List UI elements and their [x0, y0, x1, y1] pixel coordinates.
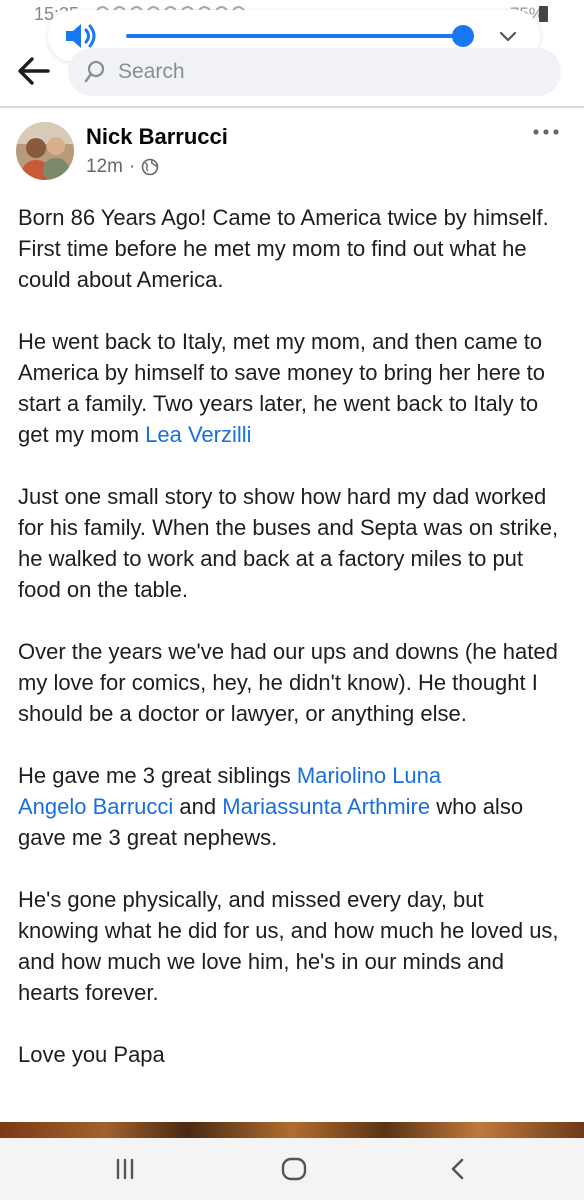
paragraph-text: and [173, 794, 223, 819]
post-paragraph: Love you Papa [18, 1042, 165, 1067]
navigation-bar [0, 1138, 584, 1200]
chevron-down-icon[interactable] [498, 27, 518, 45]
post-time[interactable]: 12m [86, 156, 123, 178]
post-meta: 12m · [86, 156, 159, 178]
mention-link[interactable]: Mariassunta Arthmire [222, 794, 430, 819]
post-body: Born 86 Years Ago! Came to America twice… [18, 202, 570, 1101]
post-photo[interactable] [0, 1122, 584, 1138]
post-author[interactable]: Nick Barrucci [86, 124, 228, 150]
post-paragraph: Over the years we've had our ups and dow… [18, 639, 558, 726]
post-paragraph: He gave me 3 great siblings Mariolino Lu… [18, 760, 570, 853]
paragraph-text: He went back to Italy, met my mom, and t… [18, 329, 546, 447]
more-icon[interactable] [530, 122, 562, 142]
search-bar[interactable] [68, 48, 561, 96]
home-icon[interactable] [279, 1156, 309, 1182]
volume-slider-thumb[interactable] [452, 25, 474, 47]
divider [0, 106, 584, 108]
globe-icon [141, 158, 159, 176]
search-input[interactable] [118, 58, 538, 86]
post-paragraph: He went back to Italy, met my mom, and t… [18, 326, 570, 450]
meta-separator: · [128, 156, 136, 177]
avatar[interactable] [16, 122, 74, 180]
paragraph-text: He gave me 3 great siblings [18, 763, 297, 788]
mention-link[interactable]: Mariolino Luna [297, 763, 441, 788]
arrow-left-icon[interactable] [16, 54, 52, 88]
mention-link[interactable]: Angelo Barrucci [18, 794, 173, 819]
post-paragraph: He's gone physically, and missed every d… [18, 887, 559, 1005]
post-paragraph: Born 86 Years Ago! Came to America twice… [18, 205, 549, 292]
battery-icon [539, 6, 548, 22]
speaker-icon[interactable] [64, 22, 100, 50]
recents-icon[interactable] [110, 1156, 140, 1182]
volume-slider-track[interactable] [126, 34, 462, 38]
mention-link[interactable]: Lea Verzilli [145, 422, 251, 447]
avatar-photo [16, 122, 74, 180]
post-paragraph: Just one small story to show how hard my… [18, 484, 559, 602]
back-chevron-icon[interactable] [444, 1156, 474, 1182]
search-icon [84, 60, 105, 83]
